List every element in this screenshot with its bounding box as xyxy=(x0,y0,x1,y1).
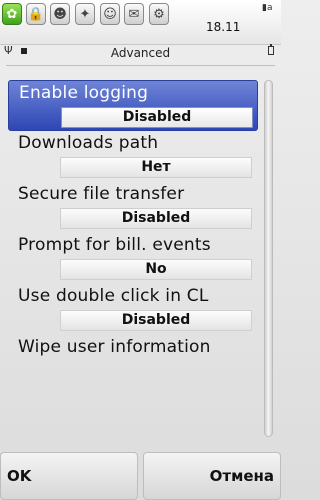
sim-card-icon: ▮a xyxy=(262,3,273,13)
setting-label: Prompt for bill. events xyxy=(18,235,211,255)
setting-enable-logging[interactable]: Enable logging Disabled xyxy=(8,80,258,131)
setting-wipe-user-information[interactable]: Wipe user information xyxy=(8,335,258,386)
page-title: Advanced xyxy=(110,46,171,60)
chat-icon[interactable]: ✉ xyxy=(124,3,144,25)
setting-value[interactable]: No xyxy=(60,259,252,280)
setting-value[interactable]: Disabled xyxy=(61,107,253,128)
lock-icon[interactable]: 🔒 xyxy=(26,3,46,25)
setting-downloads-path[interactable]: Downloads path Нет xyxy=(8,131,258,182)
setting-value[interactable]: Нет xyxy=(60,157,252,178)
setting-value[interactable]: Disabled xyxy=(60,208,252,229)
setting-secure-file-transfer[interactable]: Secure file transfer Disabled xyxy=(8,182,258,233)
setting-label: Downloads path xyxy=(18,133,159,153)
person-icon[interactable]: ✦ xyxy=(75,3,95,25)
setting-label: Use double click in CL xyxy=(18,286,209,306)
ok-button[interactable]: OK xyxy=(0,452,138,500)
setting-label: Secure file transfer xyxy=(18,184,185,204)
setting-double-click-cl[interactable]: Use double click in CL Disabled xyxy=(8,284,258,335)
setting-prompt-bill-events[interactable]: Prompt for bill. events No xyxy=(8,233,258,284)
smiley-icon[interactable]: ☺ xyxy=(100,3,120,25)
divider xyxy=(6,65,275,66)
setting-label: Wipe user information xyxy=(18,337,211,357)
setting-label: Enable logging xyxy=(19,83,149,103)
contacts-icon[interactable]: ☻ xyxy=(50,3,70,25)
softkey-bar: OK Отмена xyxy=(0,452,281,500)
clock: 18.11 xyxy=(206,20,241,34)
icq-flower-icon[interactable]: ✿ xyxy=(2,3,22,25)
cancel-button[interactable]: Отмена xyxy=(143,452,281,500)
setting-value[interactable]: Disabled xyxy=(60,310,252,331)
battery-icon xyxy=(268,44,274,55)
status-bar: ✿ 🔒 ☻ ✦ ☺ ✉ ⚙ ▮a 18.11 xyxy=(0,0,281,45)
settings-list: Enable logging Disabled Downloads path Н… xyxy=(8,80,258,386)
scrollbar[interactable] xyxy=(264,80,273,437)
settings-icon[interactable]: ⚙ xyxy=(149,3,169,25)
